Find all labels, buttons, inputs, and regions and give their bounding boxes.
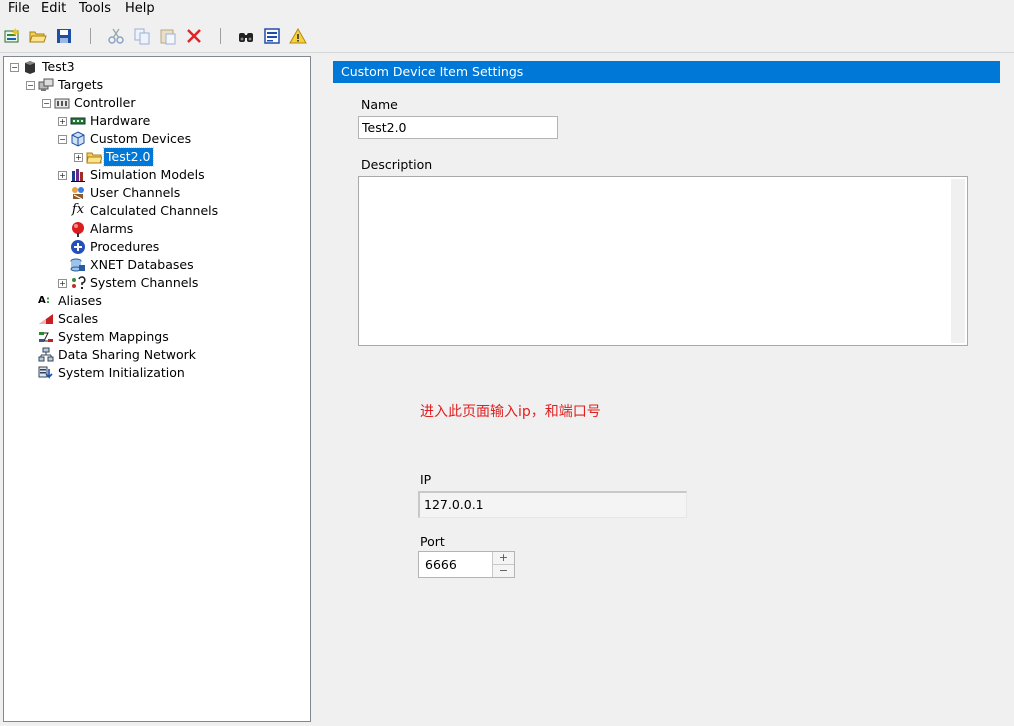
menu-file[interactable]: File: [7, 0, 31, 18]
tree-node-xnet-databases[interactable]: XNET Databases: [4, 256, 304, 274]
menu-bar: File Edit Tools Help: [0, 0, 1014, 18]
tree-node-controller[interactable]: − Controller: [4, 94, 304, 112]
warning-icon[interactable]: [288, 26, 308, 46]
tree-node-system-channels[interactable]: + System Channels: [4, 274, 304, 292]
tree-label: Custom Devices: [90, 131, 192, 146]
save-icon[interactable]: [54, 26, 74, 46]
tree-node-targets[interactable]: − Targets: [4, 76, 304, 94]
system-tree[interactable]: − Test3 − Targets − Controller + Hardwar…: [3, 56, 311, 722]
toolbar-separator: [90, 28, 91, 44]
user-channels-icon: [70, 185, 86, 201]
tree-label: System Channels: [90, 275, 199, 290]
initialization-icon: [38, 365, 54, 381]
tree-node-calculated-channels[interactable]: fx Calculated Channels: [4, 202, 304, 220]
properties-icon[interactable]: [262, 26, 282, 46]
paste-icon[interactable]: [158, 26, 178, 46]
new-icon[interactable]: [2, 26, 22, 46]
collapse-icon[interactable]: −: [58, 135, 67, 144]
tree-label: User Channels: [90, 185, 181, 200]
tree-node-test20[interactable]: + Test2.0: [4, 147, 304, 167]
hardware-icon: [70, 113, 86, 129]
tree-label: XNET Databases: [90, 257, 194, 272]
tree-label: Alarms: [90, 221, 134, 236]
controller-icon: [54, 95, 70, 111]
tree-node-test3[interactable]: − Test3: [4, 58, 304, 76]
toolbar-divider: [0, 52, 1014, 53]
settings-header: Custom Device Item Settings: [333, 61, 1000, 83]
tree-label: System Mappings: [58, 329, 169, 344]
description-label: Description: [361, 157, 433, 172]
name-label: Name: [361, 97, 398, 112]
alarm-icon: [70, 221, 86, 237]
tree-label: Simulation Models: [90, 167, 205, 182]
name-field[interactable]: [358, 116, 558, 139]
port-stepper[interactable]: 6666 + −: [418, 551, 515, 578]
targets-icon: [38, 77, 54, 93]
system-channels-icon: [70, 275, 86, 291]
tree-label: Targets: [58, 77, 104, 92]
database-icon: [70, 257, 86, 273]
function-icon: fx: [71, 202, 85, 217]
expand-icon[interactable]: +: [58, 117, 67, 126]
tree-node-hardware[interactable]: + Hardware: [4, 112, 304, 130]
description-field[interactable]: [358, 176, 968, 346]
tree-label: Aliases: [58, 293, 102, 308]
tree-node-user-channels[interactable]: User Channels: [4, 184, 304, 202]
tree-node-aliases[interactable]: A: Aliases: [4, 292, 304, 310]
folder-icon: [86, 149, 103, 165]
expand-icon[interactable]: +: [74, 153, 83, 162]
cut-icon[interactable]: [106, 26, 126, 46]
tree-node-data-sharing-network[interactable]: Data Sharing Network: [4, 346, 304, 364]
collapse-icon[interactable]: −: [26, 81, 35, 90]
collapse-icon[interactable]: −: [10, 63, 19, 72]
toolbar: [0, 22, 1014, 50]
tree-node-alarms[interactable]: Alarms: [4, 220, 304, 238]
decrement-icon[interactable]: −: [492, 565, 514, 577]
custom-devices-icon: [70, 131, 86, 147]
tree-label: Procedures: [90, 239, 160, 254]
tree-label: System Initialization: [58, 365, 185, 380]
menu-help[interactable]: Help: [124, 0, 156, 18]
ip-label: IP: [420, 472, 432, 487]
description-scrollbar[interactable]: [951, 179, 965, 343]
tree-label: Scales: [58, 311, 99, 326]
system-definition-icon: [22, 59, 38, 75]
aliases-icon: A:: [38, 295, 50, 306]
copy-icon[interactable]: [132, 26, 152, 46]
expand-icon[interactable]: +: [58, 171, 67, 180]
tree-node-custom-devices[interactable]: − Custom Devices: [4, 130, 304, 148]
collapse-icon[interactable]: −: [42, 99, 51, 108]
find-icon[interactable]: [236, 26, 256, 46]
ip-field[interactable]: 127.0.0.1: [418, 491, 687, 518]
annotation-text: 进入此页面输入ip，和端口号: [420, 404, 601, 420]
tree-label: Controller: [74, 95, 136, 110]
tree-node-simulation-models[interactable]: + Simulation Models: [4, 166, 304, 184]
network-icon: [38, 347, 54, 363]
tree-label: Data Sharing Network: [58, 347, 196, 362]
tree-label: Test3: [42, 59, 75, 74]
tree-node-system-mappings[interactable]: System Mappings: [4, 328, 304, 346]
toolbar-separator: [220, 28, 221, 44]
expand-icon[interactable]: +: [58, 279, 67, 288]
tree-node-system-initialization[interactable]: System Initialization: [4, 364, 304, 382]
procedures-icon: [70, 239, 86, 255]
port-value: 6666: [425, 557, 457, 572]
menu-edit[interactable]: Edit: [40, 0, 67, 18]
tree-label-selected: Test2.0: [103, 147, 154, 167]
delete-icon[interactable]: [184, 26, 204, 46]
tree-node-scales[interactable]: Scales: [4, 310, 304, 328]
mappings-icon: [38, 329, 54, 345]
simulation-models-icon: [70, 167, 86, 183]
tree-label: Hardware: [90, 113, 151, 128]
scales-icon: [38, 311, 54, 327]
open-icon[interactable]: [28, 26, 48, 46]
tree-label: Calculated Channels: [90, 203, 219, 218]
tree-node-procedures[interactable]: Procedures: [4, 238, 304, 256]
menu-tools[interactable]: Tools: [78, 0, 112, 18]
port-label: Port: [420, 534, 445, 549]
